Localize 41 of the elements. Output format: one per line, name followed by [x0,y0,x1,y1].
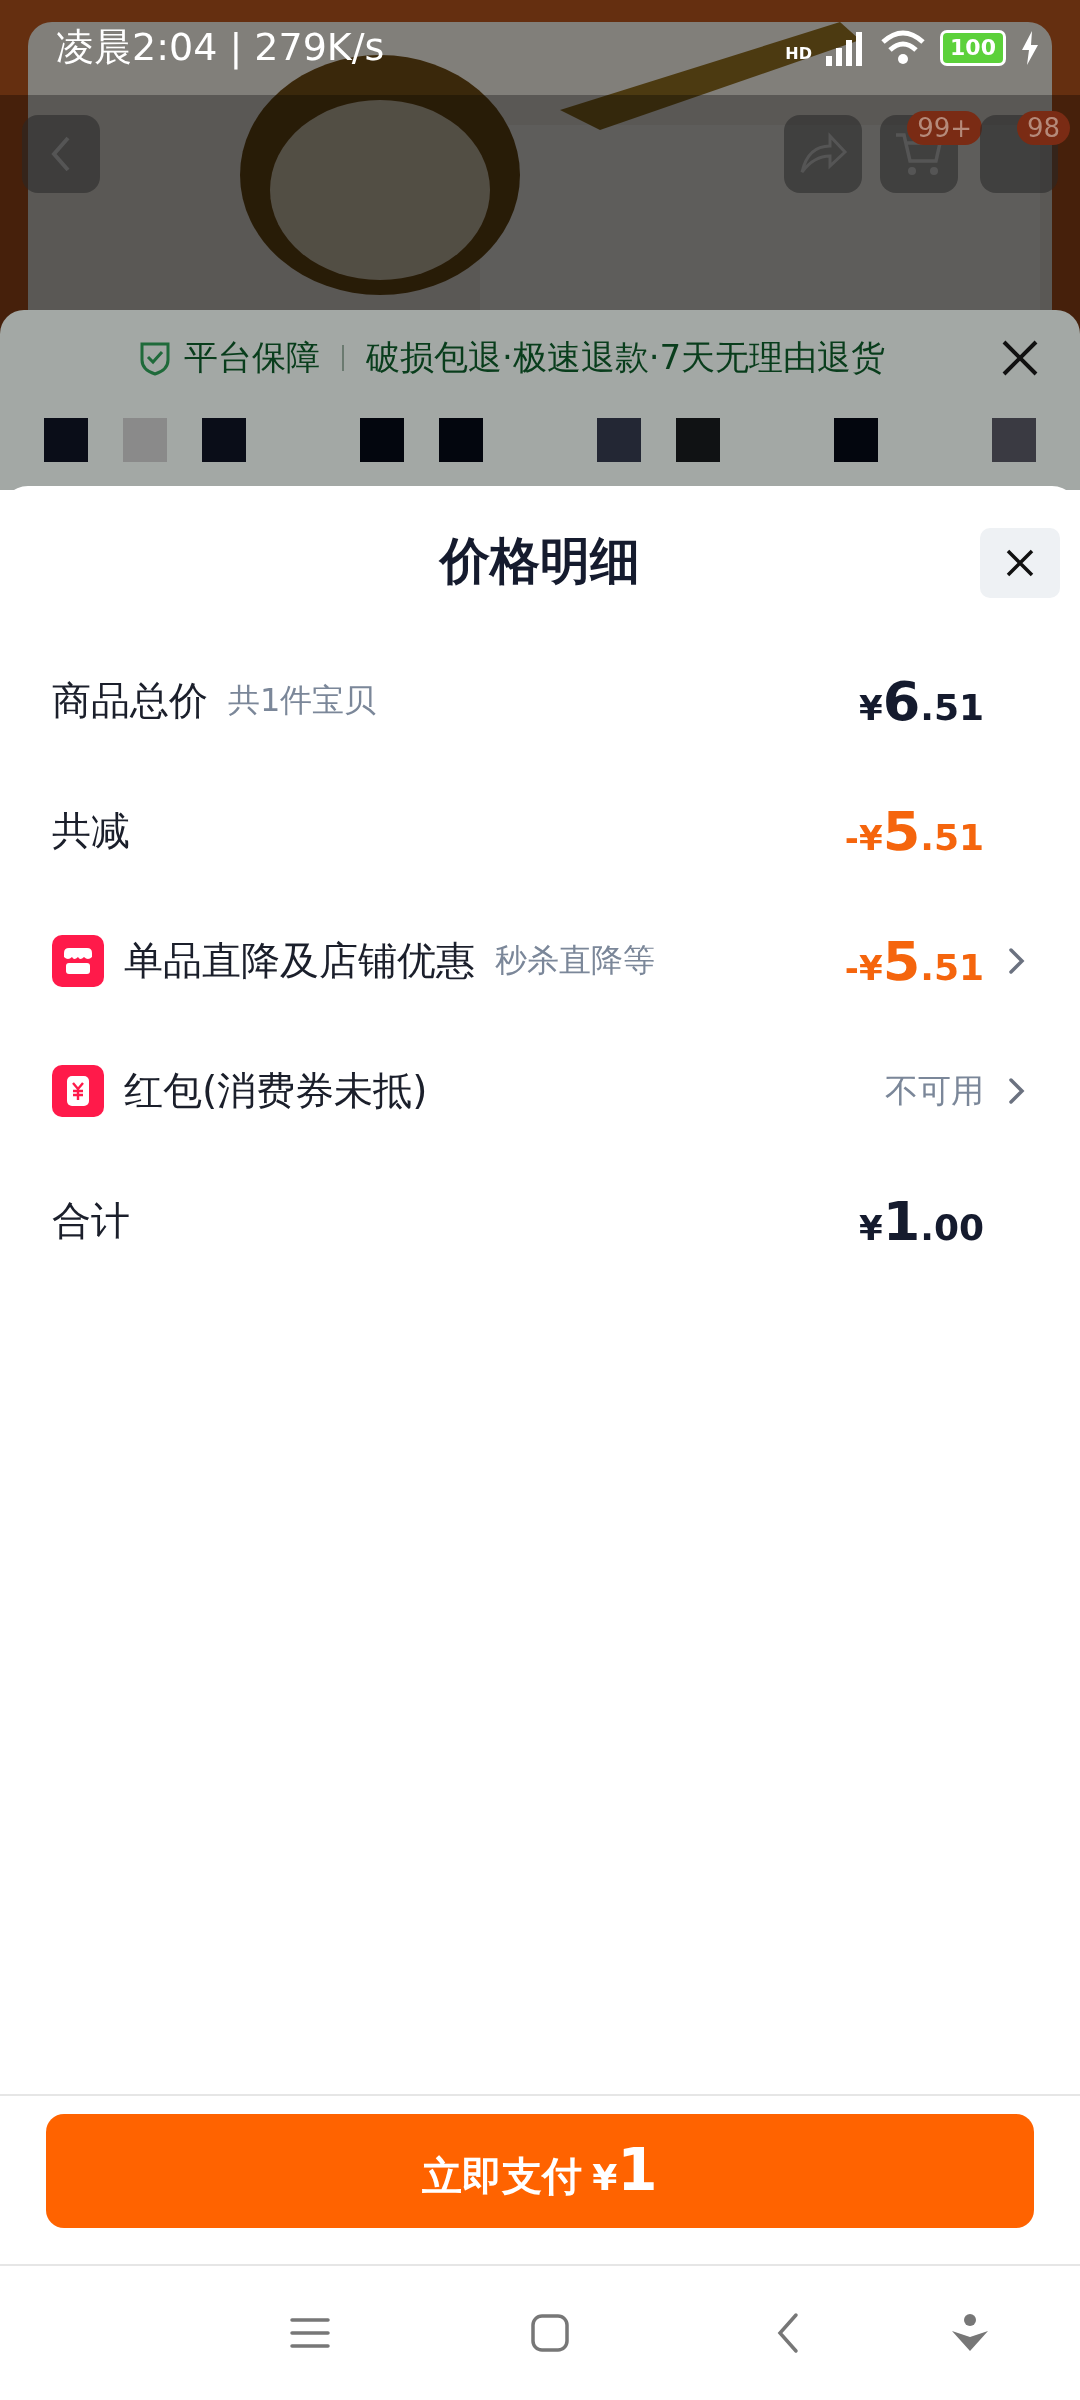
guarantee-title: 平台保障 [184,336,320,379]
battery-indicator: 100 [940,29,1006,66]
home-icon[interactable] [528,2311,572,2355]
close-button[interactable] [980,528,1060,598]
shop-icon [52,935,104,987]
color-swatch[interactable] [202,418,246,462]
network-type: HD [785,43,812,63]
row-label: 共减 [52,807,130,855]
color-swatch[interactable] [597,418,641,462]
back-button[interactable] [22,115,100,193]
price-row[interactable]: 单品直降及店铺优惠 秒杀直降等 -¥5.51 [0,896,1080,1026]
cart-badge: 99+ [907,111,982,145]
row-note: 秒杀直降等 [495,940,655,981]
row-label: 合计 [52,1197,130,1245]
price-amount: ¥6.51 [858,669,984,733]
unavailable-status: 不可用 [885,1069,984,1112]
color-swatch[interactable] [44,418,88,462]
row-label: 红包(消费券未抵) [124,1067,428,1115]
color-swatch[interactable] [834,418,878,462]
color-swatch[interactable] [439,418,483,462]
share-button[interactable] [784,115,862,193]
color-swatch[interactable] [123,418,167,462]
color-swatch[interactable] [360,418,404,462]
price-amount: ¥1.00 [858,1189,984,1253]
close-icon[interactable] [1000,338,1040,378]
charging-icon [1020,30,1040,65]
guarantee-text: 破损包退·极速退款·7天无理由退货 [366,336,886,379]
sheet-title: 价格明细 [440,530,640,592]
shield-check-icon [138,340,172,376]
color-swatch[interactable] [676,418,720,462]
row-note: 共1件宝贝 [228,680,377,721]
price-amount: -¥5.51 [844,799,984,863]
status-time: 凌晨2:04 | 279K/s [56,24,385,72]
price-amount: -¥5.51 [844,929,984,993]
color-swatch[interactable] [992,418,1036,462]
coupon-icon [52,1065,104,1117]
price-row[interactable]: 红包(消费券未抵) 不可用 [0,1026,1080,1156]
close-icon [1004,547,1036,579]
wifi-icon [880,29,926,66]
row-label: 单品直降及店铺优惠 [124,937,475,985]
row-label: 商品总价 [52,677,208,725]
